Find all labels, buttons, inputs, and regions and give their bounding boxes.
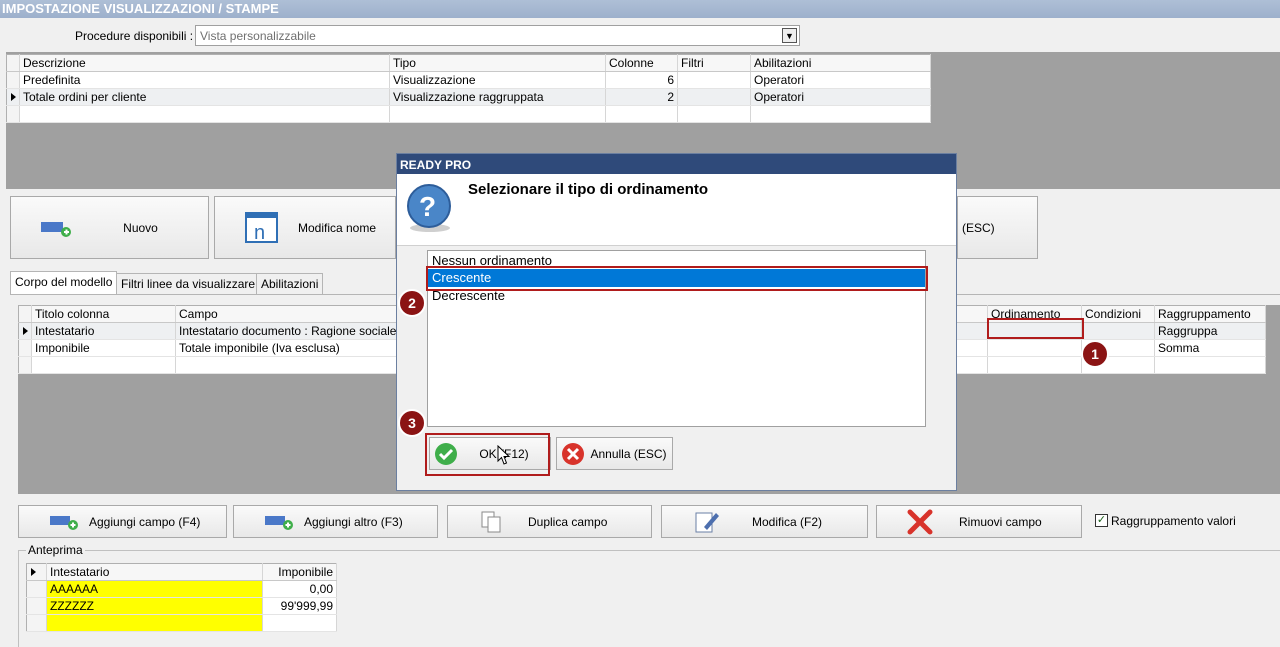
col-header[interactable]: Tipo <box>389 54 606 72</box>
table-row: ZZZZZZ 99'999,99 <box>26 597 337 615</box>
cell[interactable]: Totale ordini per cliente <box>19 88 390 106</box>
dialog-question: Selezionare il tipo di ordinamento <box>468 181 709 198</box>
cancel-button[interactable]: Annulla (ESC) <box>556 437 673 470</box>
rename-button-label: Modifica nome <box>297 220 377 235</box>
row-pointer-icon <box>31 568 36 576</box>
remove-field-label: Rimuovi campo <box>959 514 1042 529</box>
cell[interactable]: Visualizzazione raggruppata <box>389 88 606 106</box>
views-grid: Descrizione Tipo Colonne Filtri Abilitaz… <box>6 54 931 123</box>
cell[interactable]: Imponibile <box>31 339 176 357</box>
table-row[interactable] <box>6 105 931 123</box>
highlight-ok-button <box>425 433 550 476</box>
tab-filtri-linee[interactable]: Filtri linee da visualizzare <box>116 273 261 295</box>
rename-icon: n <box>245 211 278 244</box>
col-header[interactable]: Raggruppamento <box>1154 305 1266 323</box>
col-header[interactable]: Colonne <box>605 54 678 72</box>
cell[interactable]: Somma <box>1154 339 1266 357</box>
col-header[interactable]: Descrizione <box>19 54 390 72</box>
col-header[interactable]: Titolo colonna <box>31 305 176 323</box>
group-values-label: Raggruppamento valori <box>1111 514 1236 528</box>
add-field-label: Aggiungi campo (F4) <box>89 514 201 529</box>
cell: ZZZZZZ <box>46 597 263 615</box>
cell[interactable] <box>987 339 1082 357</box>
svg-text:n: n <box>254 222 265 244</box>
edit-button[interactable]: Modifica (F2) <box>661 505 868 538</box>
mouse-cursor-icon <box>497 445 511 465</box>
group-values-checkbox[interactable]: ✓ <box>1095 514 1108 527</box>
window-title: IMPOSTAZIONE VISUALIZZAZIONI / STAMPE <box>0 0 1280 18</box>
cell[interactable]: Operatori <box>750 88 931 106</box>
new-button[interactable]: Nuovo <box>10 196 209 259</box>
edit-icon <box>695 512 719 532</box>
cell: 0,00 <box>262 580 337 598</box>
close-icon <box>907 509 933 534</box>
procedure-select[interactable]: Vista personalizzabile ▼ <box>195 25 800 46</box>
cell: 99'999,99 <box>262 597 337 615</box>
callout-badge: 2 <box>398 289 426 317</box>
cell[interactable]: 6 <box>605 71 678 89</box>
preview-label: Anteprima <box>26 543 85 557</box>
preview-grid: Intestatario Imponibile AAAAAA 0,00 ZZZZ… <box>26 563 337 632</box>
table-row <box>26 614 337 632</box>
edit-label: Modifica (F2) <box>752 514 823 529</box>
rename-button[interactable]: n Modifica nome <box>214 196 396 259</box>
table-row: AAAAAA 0,00 <box>26 580 337 598</box>
cell[interactable] <box>1081 322 1155 340</box>
tab-abilitazioni[interactable]: Abilitazioni <box>256 273 324 295</box>
cell[interactable]: Intestatario <box>31 322 176 340</box>
col-header[interactable]: Imponibile <box>262 563 337 581</box>
sort-type-dialog: READY PRO ? Selezionare il tipo di ordin… <box>396 153 957 491</box>
cell[interactable] <box>677 71 751 89</box>
procedure-label: Procedure disponibili : <box>75 29 194 43</box>
cell[interactable]: Predefinita <box>19 71 390 89</box>
duplicate-icon <box>481 511 501 532</box>
add-icon <box>50 515 78 530</box>
close-icon <box>562 442 584 465</box>
cell[interactable]: Raggruppa <box>1154 322 1266 340</box>
remove-field-button[interactable]: Rimuovi campo <box>876 505 1082 538</box>
col-header[interactable]: Abilitazioni <box>750 54 931 72</box>
cell[interactable]: Operatori <box>750 71 931 89</box>
dialog-title: READY PRO <box>397 154 956 174</box>
add-field-button[interactable]: Aggiungi campo (F4) <box>18 505 227 538</box>
highlight-selected-option <box>426 266 928 291</box>
table-row[interactable]: Predefinita Visualizzazione 6 Operatori <box>6 71 931 89</box>
cell[interactable]: Visualizzazione <box>389 71 606 89</box>
add-icon <box>41 221 71 237</box>
cancel-button-label: Annulla (ESC) <box>590 446 667 461</box>
esc-button[interactable]: (ESC) <box>957 196 1038 259</box>
callout-badge: 3 <box>398 409 426 437</box>
col-header[interactable]: Intestatario <box>46 563 263 581</box>
duplicate-field-label: Duplica campo <box>528 514 608 529</box>
row-pointer-icon <box>11 93 16 101</box>
add-other-label: Aggiungi altro (F3) <box>304 514 403 529</box>
col-header[interactable]: Condizioni <box>1081 305 1155 323</box>
procedure-value: Vista personalizzabile <box>200 29 316 43</box>
add-icon <box>265 515 293 530</box>
esc-button-label: (ESC) <box>962 220 995 235</box>
svg-text:?: ? <box>419 191 436 222</box>
cell[interactable]: 2 <box>605 88 678 106</box>
row-pointer-icon <box>23 327 28 335</box>
col-header[interactable]: Filtri <box>677 54 751 72</box>
cell: AAAAAA <box>46 580 263 598</box>
callout-badge: 1 <box>1081 340 1109 368</box>
question-icon: ? <box>407 184 451 232</box>
highlight-ordering-cell <box>987 318 1084 339</box>
cell[interactable] <box>677 88 751 106</box>
duplicate-field-button[interactable]: Duplica campo <box>447 505 652 538</box>
chevron-down-icon[interactable]: ▼ <box>782 28 797 43</box>
table-row[interactable]: Totale ordini per cliente Visualizzazion… <box>6 88 931 106</box>
tab-corpo-modello[interactable]: Corpo del modello <box>10 271 118 295</box>
add-other-button[interactable]: Aggiungi altro (F3) <box>233 505 438 538</box>
new-button-label: Nuovo <box>123 220 158 235</box>
